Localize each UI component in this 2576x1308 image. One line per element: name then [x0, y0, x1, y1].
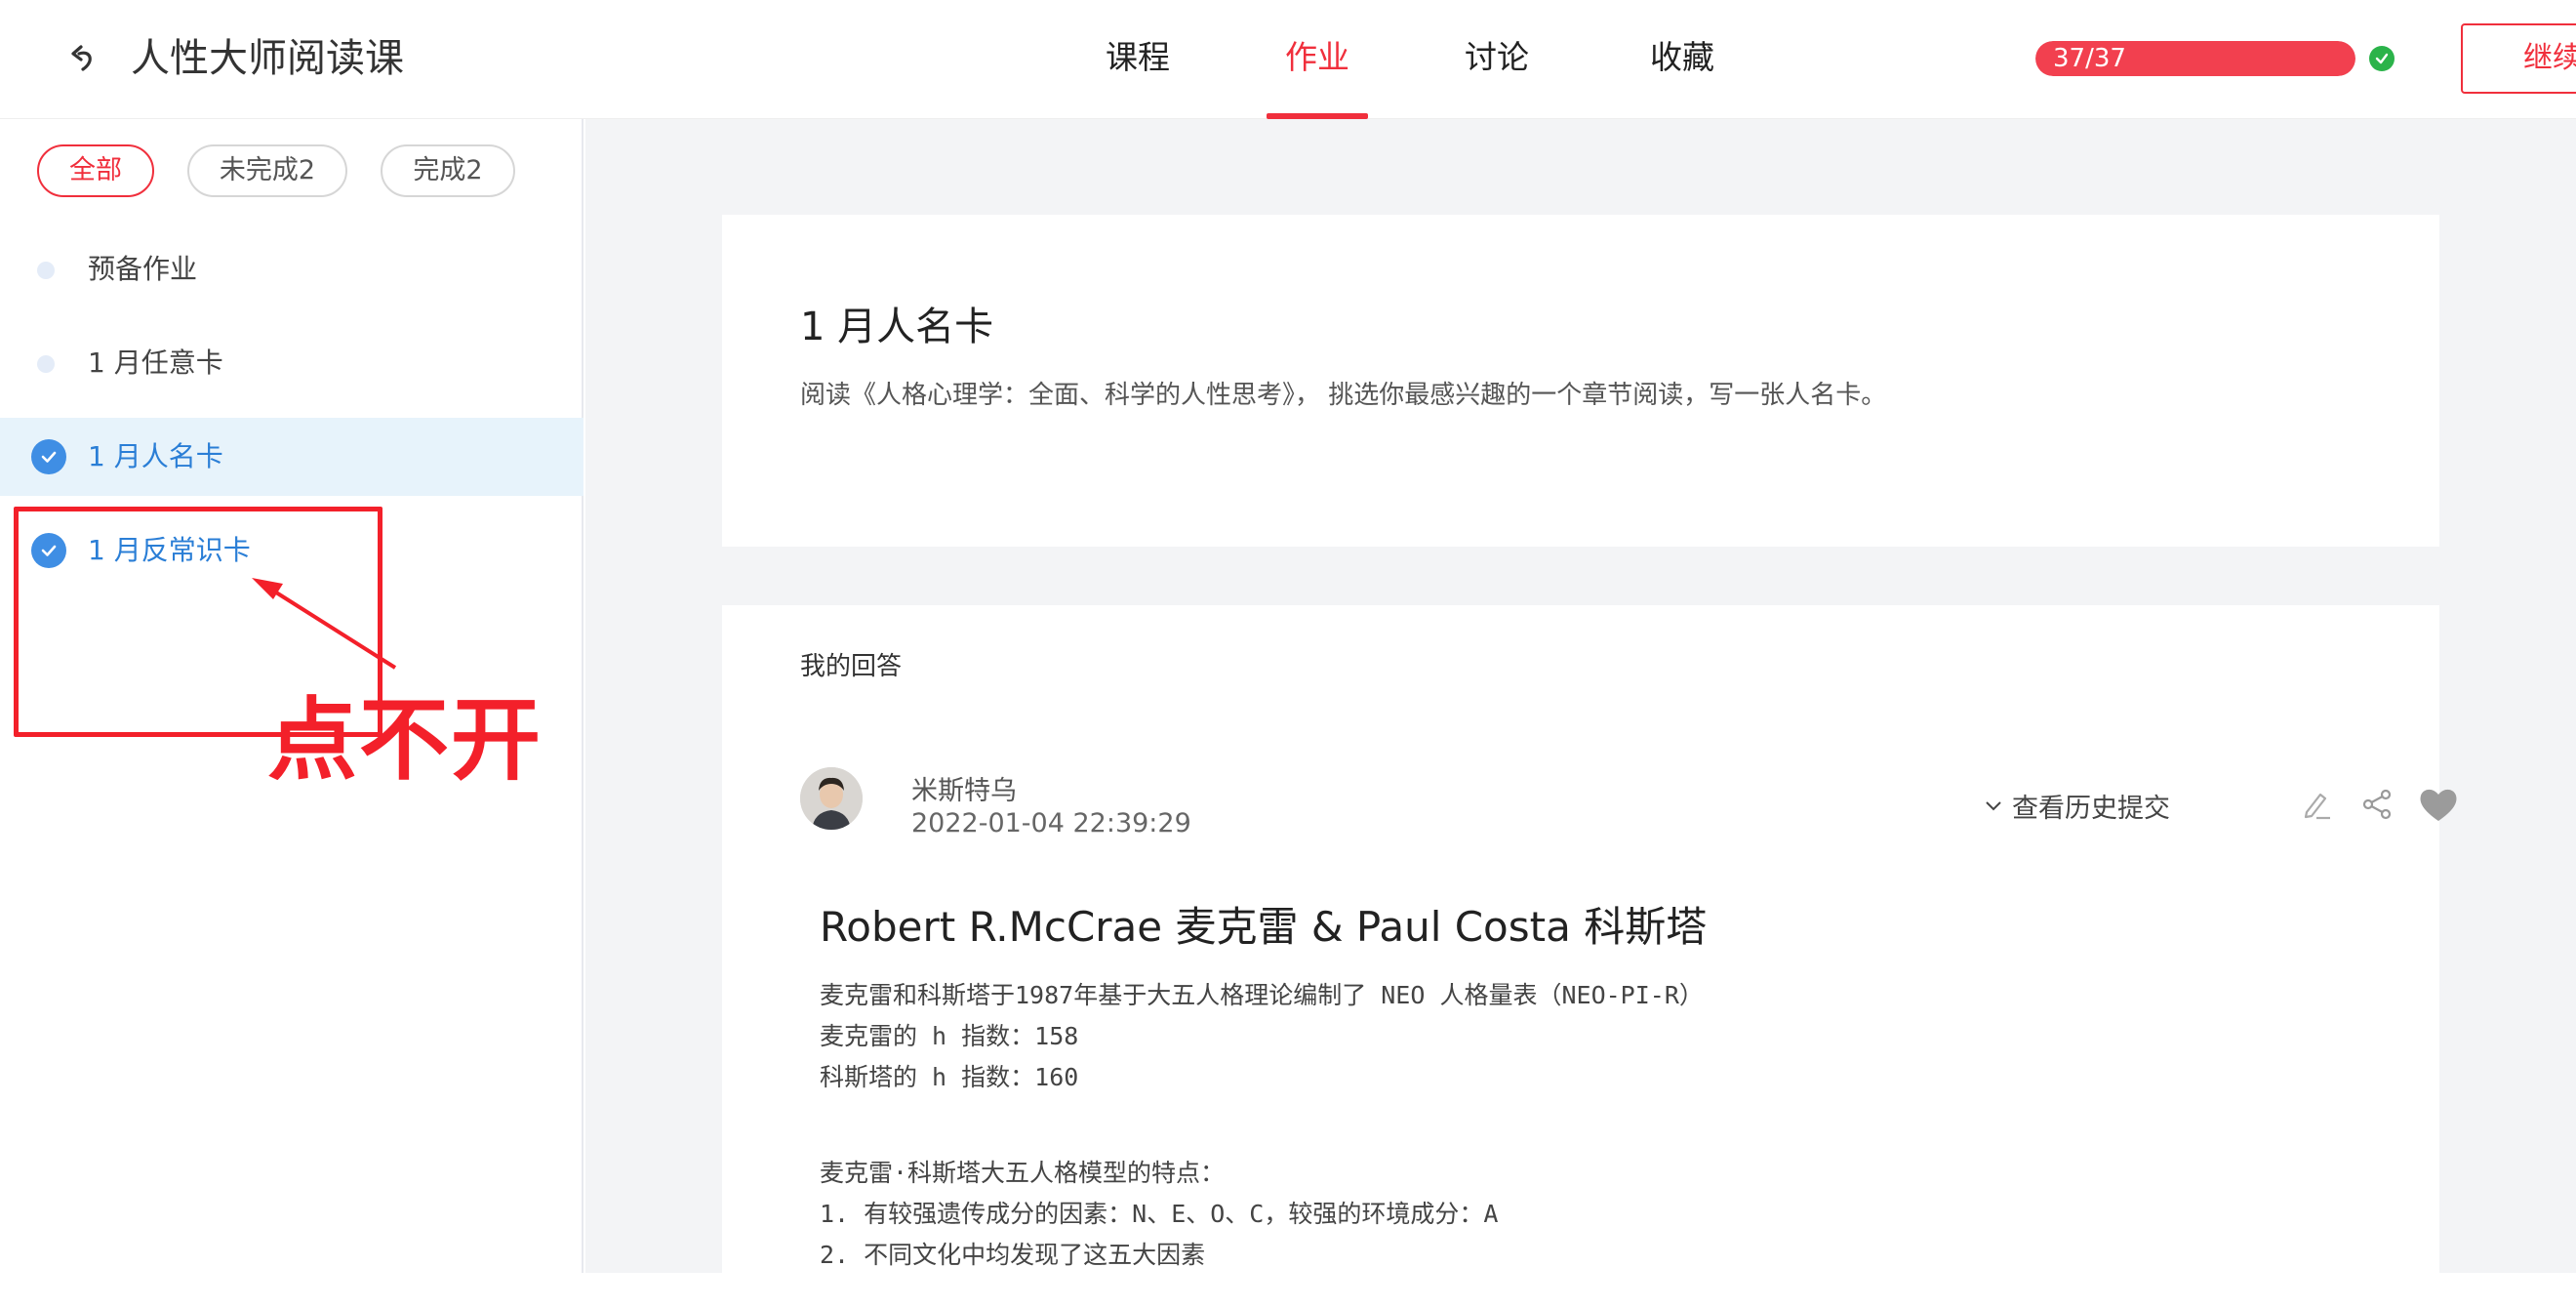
- tab-course[interactable]: 课程: [1101, 29, 1175, 119]
- answer-line: 1. 有较强遗传成分的因素：N、E、O、C，较强的环境成分：A: [820, 1200, 1499, 1228]
- my-answer-heading: 我的回答: [800, 652, 903, 681]
- edit-icon[interactable]: [2297, 785, 2336, 824]
- answer-line: 麦克雷的 h 指数：158: [820, 1022, 1079, 1050]
- user-avatar[interactable]: [800, 767, 863, 830]
- progress-bar: 37/37: [2035, 41, 2355, 76]
- check-circle-icon: [2369, 46, 2395, 71]
- main-content: 1 月人名卡 阅读《人格心理学：全面、科学的人性思考》， 挑选你最感兴趣的一个章…: [585, 119, 2576, 1308]
- answer-line: 2. 不同文化中均发现了这五大因素: [820, 1241, 1206, 1269]
- tab-homework[interactable]: 作业: [1280, 29, 1354, 119]
- assignment-card: 1 月人名卡 阅读《人格心理学：全面、科学的人性思考》， 挑选你最感兴趣的一个章…: [722, 215, 2439, 547]
- answer-title: Robert R.McCrae 麦克雷 & Paul Costa 科斯塔: [820, 903, 1708, 951]
- view-history-link[interactable]: 查看历史提交: [1985, 787, 2170, 825]
- sidebar: 全部 未完成2 完成2 预备作业 1 月任意卡 1 月人名卡 1 月反常识卡 点…: [0, 119, 584, 1273]
- answer-line: 科斯塔的 h 指数：160: [820, 1063, 1079, 1091]
- heart-icon[interactable]: [2416, 785, 2461, 824]
- tab-discussion[interactable]: 讨论: [1460, 29, 1534, 119]
- tab-favorites[interactable]: 收藏: [1645, 29, 1719, 119]
- assignment-description: 阅读《人格心理学：全面、科学的人性思考》， 挑选你最感兴趣的一个章节阅读，写一张…: [800, 381, 1887, 410]
- my-answer-card: 我的回答 米斯特乌 2022-01-04 22:39:29 查看历史提交 Rob…: [722, 605, 2457, 1308]
- view-history-label: 查看历史提交: [2012, 794, 2170, 824]
- submission-time: 2022-01-04 22:39:29: [911, 808, 1191, 838]
- author-name: 米斯特乌: [911, 776, 1017, 806]
- annotation-text: 点不开: [267, 688, 543, 793]
- answer-line: 麦克雷·科斯塔大五人格模型的特点：: [820, 1159, 1226, 1187]
- answer-line: 麦克雷和科斯塔于1987年基于大五人格理论编制了 NEO 人格量表（NEO-PI…: [820, 981, 1704, 1009]
- assignment-title: 1 月人名卡: [800, 305, 994, 349]
- back-arrow-icon[interactable]: [62, 33, 105, 84]
- course-title: 人性大师阅读课: [131, 36, 404, 81]
- continue-button[interactable]: 继续: [2461, 23, 2576, 94]
- share-icon[interactable]: [2357, 785, 2396, 824]
- progress-text: 37/37: [2053, 44, 2126, 73]
- top-header: 人性大师阅读课 课程 作业 讨论 收藏 37/37 继续: [0, 0, 2576, 119]
- chevron-down-icon: [1985, 800, 2002, 812]
